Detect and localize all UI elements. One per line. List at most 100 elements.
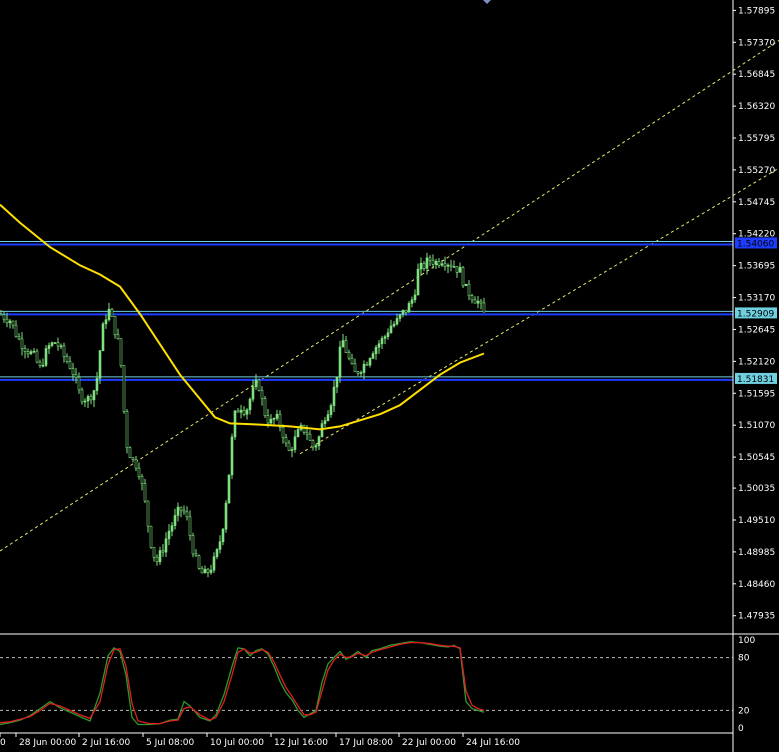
price-tick-label: 1.50035 <box>738 484 775 494</box>
candle-body <box>353 363 357 373</box>
stochastic-tick-label: 100 <box>738 636 755 646</box>
candle-body <box>428 257 432 261</box>
candle-body <box>266 415 270 424</box>
candle-body <box>182 509 186 513</box>
stochastic-panel <box>0 641 733 726</box>
stochastic-signal-line <box>0 641 485 725</box>
candle-body <box>116 334 120 340</box>
candle-body <box>356 371 360 374</box>
candle-body <box>350 357 354 365</box>
candle-body <box>293 436 297 450</box>
candle-body <box>407 303 411 313</box>
price-tick-label: 1.48985 <box>738 548 775 558</box>
candle-body <box>482 302 486 313</box>
price-tick-label: 1.51070 <box>738 421 775 431</box>
candle-body <box>236 410 240 413</box>
candle-body <box>143 483 147 502</box>
candle-body <box>146 500 150 527</box>
time-tick-label: 10 Jul 00:00 <box>210 738 264 748</box>
candle-body <box>257 379 261 391</box>
candle-body <box>260 390 264 399</box>
candle-body <box>473 299 477 304</box>
candle-body <box>17 336 21 340</box>
candle-body <box>245 409 249 415</box>
candle-body <box>68 361 72 369</box>
candle-body <box>71 368 75 375</box>
candle-body <box>287 442 291 451</box>
price-tick-label: 1.55270 <box>738 166 775 176</box>
axes: 1.57895 1.57370 1.56845 1.56320 1.55795 1.552… <box>0 0 779 752</box>
moving-average-line <box>0 203 485 431</box>
price-panel <box>0 0 779 578</box>
price-tick-label: 1.57895 <box>738 6 775 16</box>
candle-body <box>371 353 375 359</box>
candle-body <box>224 502 228 530</box>
candle-body <box>29 351 33 355</box>
candle-body <box>95 377 99 391</box>
candle-body <box>263 398 267 416</box>
candle-body <box>272 418 276 420</box>
candle-body <box>464 283 468 287</box>
candle-body <box>104 319 108 325</box>
candle-body <box>470 295 474 301</box>
chart-shift-marker <box>483 0 491 4</box>
candle-body <box>311 440 315 448</box>
candle-body <box>386 332 390 337</box>
candle-body <box>248 398 252 411</box>
candle-body <box>218 541 222 550</box>
price-tick-label: 1.51595 <box>738 389 775 399</box>
candle-body <box>437 261 441 266</box>
candle-body <box>98 350 102 379</box>
candle-body <box>296 429 300 438</box>
candle-body <box>170 525 174 532</box>
price-tick-label: 1.47935 <box>738 612 775 622</box>
candle-body <box>434 261 438 265</box>
candle-body <box>23 348 27 352</box>
candle-body <box>65 356 69 362</box>
candle-body <box>77 376 81 391</box>
candle-body <box>275 413 279 419</box>
time-tick-label: 12 Jul 16:00 <box>274 738 328 748</box>
price-line-badge-text: 1.52909 <box>737 309 774 319</box>
candle-body <box>413 294 417 301</box>
candle-body <box>86 396 90 402</box>
price-tick-label: 1.57370 <box>738 38 775 48</box>
candle-body <box>173 515 177 526</box>
candle-body <box>179 506 183 511</box>
candle-body <box>209 569 213 573</box>
candle-body <box>80 389 84 403</box>
candle-body <box>317 436 321 447</box>
candle-body <box>155 556 159 563</box>
candle-body <box>377 343 381 348</box>
candle-body <box>389 325 393 334</box>
candle-body <box>191 535 195 555</box>
candle-body <box>44 348 48 366</box>
candle-body <box>50 342 54 346</box>
candle-body <box>161 550 165 553</box>
candle-body <box>338 346 342 378</box>
price-chart[interactable]: 1.57895 1.57370 1.56845 1.56320 1.55795 1.552… <box>0 0 779 752</box>
candle-body <box>0 313 3 316</box>
candle-body <box>56 342 60 347</box>
price-tick-label: 1.49510 <box>738 516 775 526</box>
price-tick-label: 1.50545 <box>738 453 775 463</box>
price-tick-label: 1.53170 <box>738 294 775 304</box>
time-tick-label: 24 Jul 16:00 <box>466 738 520 748</box>
candle-body <box>341 340 345 348</box>
candle-body <box>137 467 141 477</box>
candle-body <box>446 264 450 267</box>
candle-body <box>335 377 339 388</box>
candle-body <box>101 323 105 352</box>
candle-body <box>41 364 45 367</box>
candle-body <box>380 338 384 345</box>
candle-body <box>440 263 444 266</box>
candle-body <box>176 506 180 516</box>
candle-body <box>32 350 36 353</box>
candle-body <box>134 459 138 469</box>
time-tick-label: 5 Jul 08:00 <box>146 738 195 748</box>
candle-body <box>131 457 135 460</box>
candle-body <box>14 324 18 337</box>
time-tick-label: 2 Jul 16:00 <box>82 738 131 748</box>
candle-body <box>152 547 156 558</box>
candle-body <box>404 309 408 313</box>
